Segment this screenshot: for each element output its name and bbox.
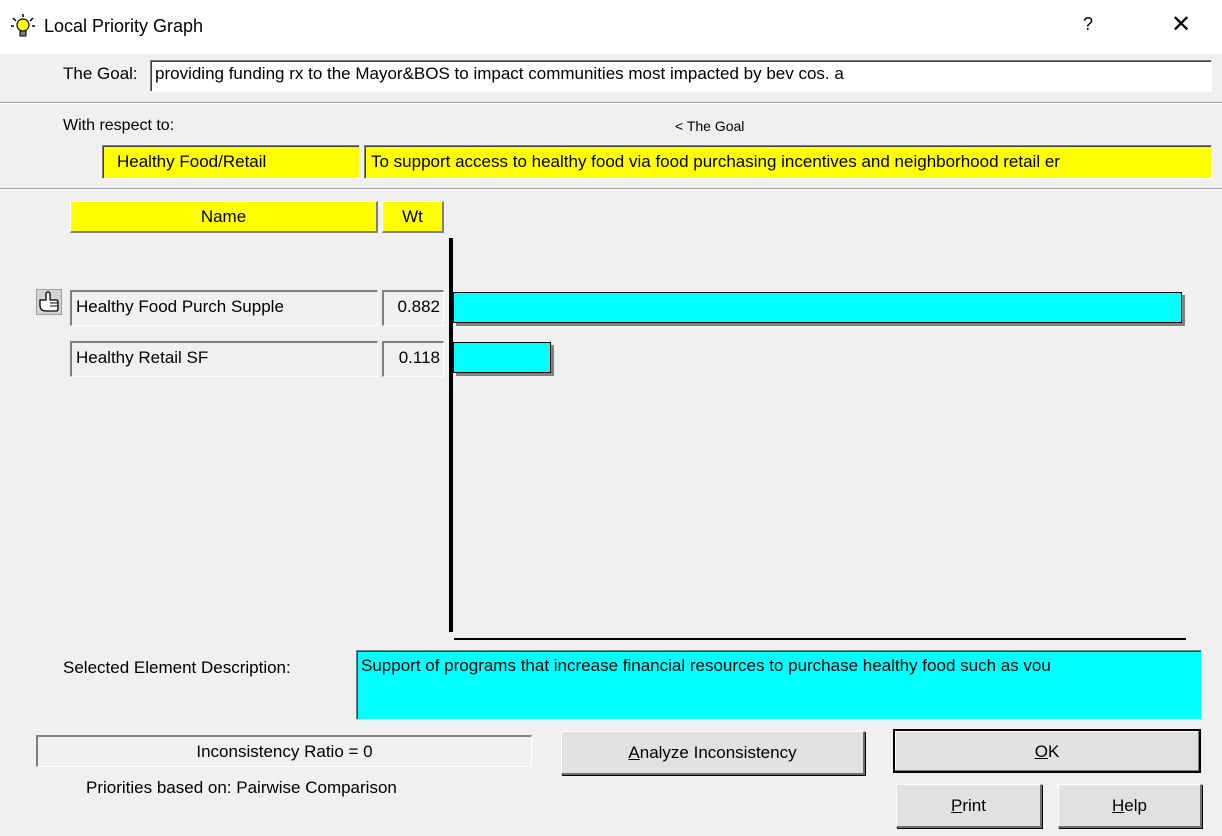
parent-node-description[interactable]: To support access to healthy food via fo… — [364, 145, 1212, 179]
print-button[interactable]: Print — [896, 784, 1042, 828]
button-label: rint — [962, 796, 986, 815]
button-hotkey: P — [951, 796, 963, 815]
goal-field[interactable]: providing funding rx to the Mayor&BOS to… — [150, 60, 1212, 92]
hierarchy-path[interactable]: < The Goal — [675, 118, 744, 134]
button-hotkey: A — [628, 743, 640, 762]
element-name-cell[interactable]: Healthy Food Purch Supple — [70, 290, 378, 326]
element-name-cell[interactable]: Healthy Retail SF — [70, 341, 378, 377]
inconsistency-ratio: Inconsistency Ratio = 0 — [36, 735, 532, 767]
window-title: Local Priority Graph — [44, 16, 204, 36]
element-weight-cell: 0.118 — [382, 341, 444, 377]
chart-x-axis — [454, 638, 1186, 640]
priority-bar — [453, 342, 551, 373]
hand-pointer-icon — [36, 289, 62, 315]
element-weight-cell: 0.882 — [382, 290, 444, 326]
divider — [0, 188, 1222, 190]
weight-column-header[interactable]: Wt — [382, 201, 444, 233]
analyze-inconsistency-button[interactable]: Analyze Inconsistency — [561, 731, 865, 775]
ok-button[interactable]: OK — [893, 729, 1201, 773]
button-hotkey: H — [1112, 796, 1125, 815]
priorities-basis: Priorities based on: Pairwise Comparison — [86, 778, 397, 797]
parent-node-name[interactable]: Healthy Food/Retail — [102, 145, 360, 179]
button-hotkey: O — [1034, 742, 1048, 761]
help-question-button[interactable]: ? — [1076, 14, 1100, 35]
with-respect-to-label: With respect to: — [63, 117, 175, 134]
name-column-header[interactable]: Name — [70, 201, 378, 233]
button-label: K — [1047, 742, 1060, 761]
goal-label: The Goal: — [63, 64, 138, 83]
button-label: elp — [1124, 796, 1147, 815]
element-description-field[interactable]: Support of programs that increase financ… — [356, 650, 1202, 720]
lightbulb-icon — [10, 13, 36, 39]
priority-bar — [453, 292, 1182, 323]
button-label: nalyze Inconsistency — [639, 743, 797, 762]
close-button[interactable]: ✕ — [1166, 10, 1196, 39]
help-button[interactable]: Help — [1058, 784, 1202, 828]
divider — [0, 102, 1222, 104]
description-label: Selected Element Description: — [63, 658, 291, 677]
